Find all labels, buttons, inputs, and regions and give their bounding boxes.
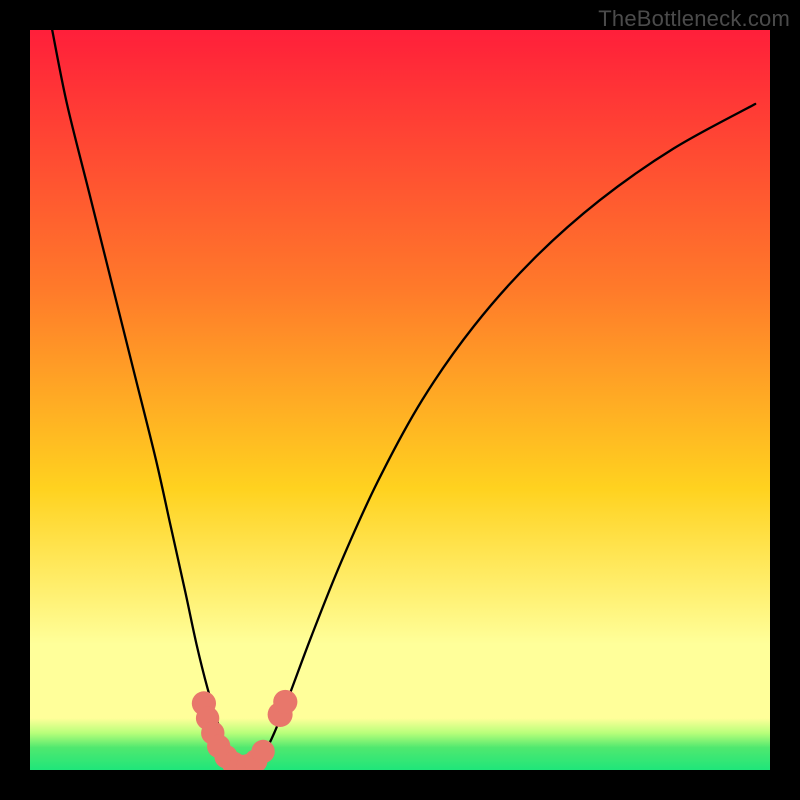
curve-marker [251, 740, 274, 763]
plot-area [30, 30, 770, 770]
gradient-background [30, 30, 770, 770]
watermark-text: TheBottleneck.com [598, 6, 790, 32]
curve-marker [273, 690, 297, 714]
chart-frame: TheBottleneck.com [0, 0, 800, 800]
